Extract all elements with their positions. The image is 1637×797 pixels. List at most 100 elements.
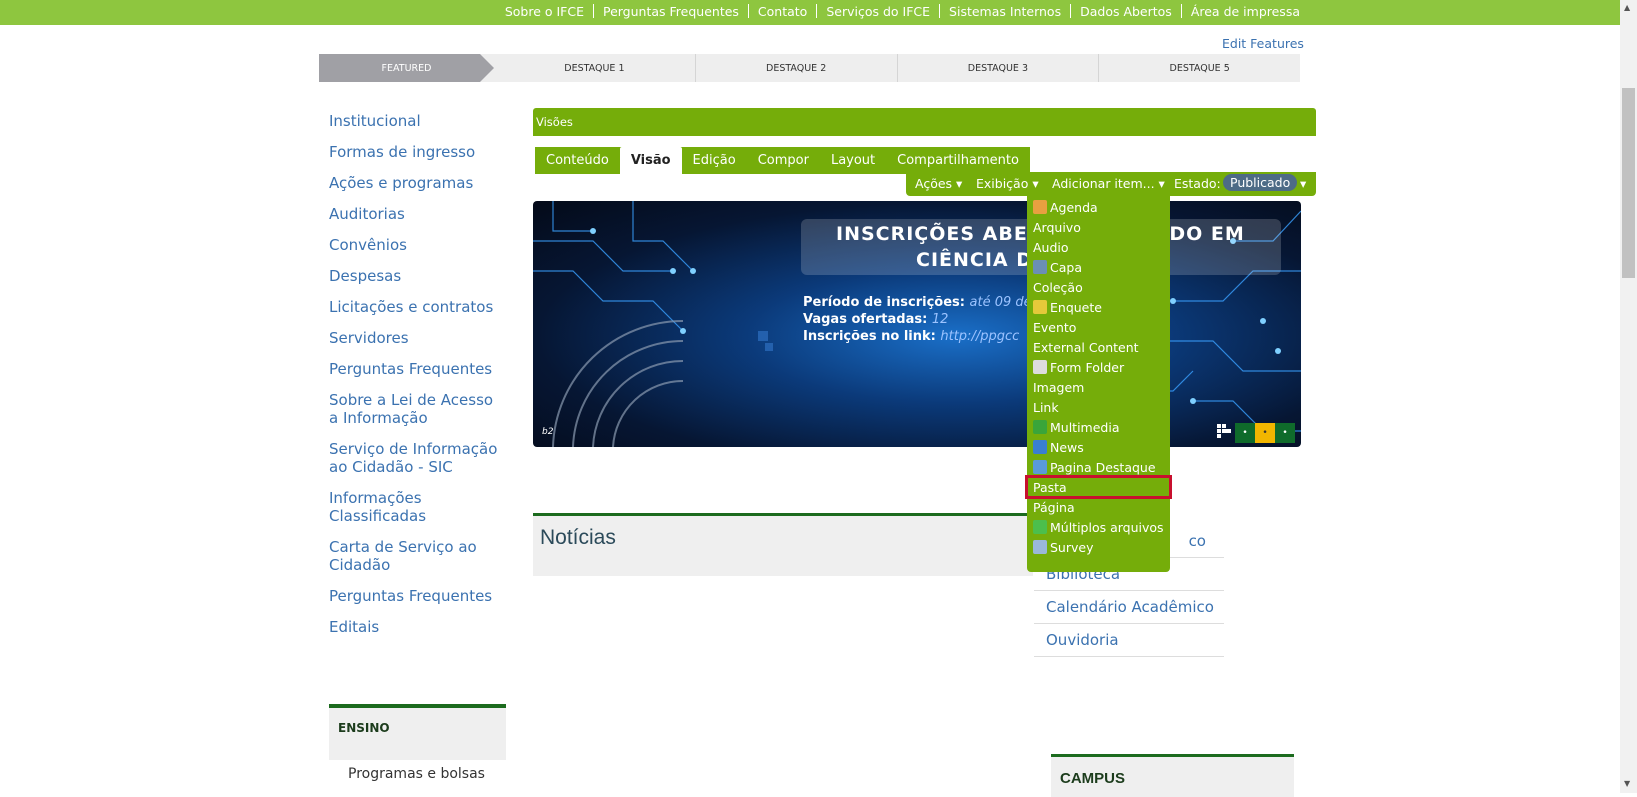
nav-item[interactable]: Convênios	[329, 236, 509, 254]
top-links: Sobre o IFCE Perguntas Frequentes Contato S…	[505, 4, 1300, 19]
vertical-scrollbar[interactable]: ▲ ▼	[1620, 0, 1637, 793]
edit-tabs: Conteúdo Visão Edição Compor Layout Comp…	[535, 147, 1030, 178]
tab-compartilhamento[interactable]: Compartilhamento	[886, 147, 1030, 174]
nav-item[interactable]: Editais	[329, 618, 509, 636]
pager-dot[interactable]: •	[1235, 423, 1255, 443]
top-link-perguntas[interactable]: Perguntas Frequentes	[603, 4, 739, 19]
nav-item[interactable]: Servidores	[329, 329, 509, 347]
estado-arrow-icon[interactable]: ▾	[1300, 176, 1306, 191]
nav-item[interactable]: Auditorias	[329, 205, 509, 223]
estado-label: Estado:	[1174, 176, 1221, 191]
nav-item[interactable]: Formas de ingresso	[329, 143, 509, 161]
tab-compor[interactable]: Compor	[747, 147, 820, 174]
multiple-files-icon	[1033, 520, 1047, 534]
banner-corner-label: b2	[542, 427, 554, 437]
top-link-contato[interactable]: Contato	[758, 4, 807, 19]
top-link-sobre[interactable]: Sobre o IFCE	[505, 4, 584, 19]
menu-item-capa[interactable]: Capa	[1027, 257, 1170, 277]
link-value: http://ppgcc	[940, 329, 1020, 344]
featured-banner[interactable]: INSCRIÇÕES ABERT RADO EM CIÊNCIA DA Perí…	[533, 201, 1301, 447]
periodo-label: Período de inscrições:	[803, 295, 965, 310]
menu-item-arquivo[interactable]: Arquivo	[1027, 217, 1170, 237]
estado-value[interactable]: Publicado	[1223, 174, 1298, 191]
survey-icon	[1033, 540, 1047, 554]
menu-item-audio[interactable]: Audio	[1027, 237, 1170, 257]
menu-item-pasta[interactable]: Pasta	[1025, 475, 1172, 499]
ensino-header: ENSINO	[329, 704, 506, 760]
add-item-dropdown: Agenda Arquivo Audio Capa Coleção Enquet…	[1025, 195, 1172, 572]
nav-item[interactable]: Perguntas Frequentes	[329, 587, 509, 605]
menu-item-multiplos-arquivos[interactable]: Múltiplos arquivos	[1027, 517, 1170, 537]
menu-item-evento[interactable]: Evento	[1027, 317, 1170, 337]
menu-item-link[interactable]: Link	[1027, 397, 1170, 417]
tab-destaque-2[interactable]: DESTAQUE 2	[696, 54, 898, 82]
banner-link: Inscrições no link: http://ppgcc	[803, 329, 1019, 344]
featured-page-icon	[1033, 460, 1047, 474]
tab-destaque-3[interactable]: DESTAQUE 3	[898, 54, 1100, 82]
banner-vagas: Vagas ofertadas: 12	[803, 312, 948, 327]
top-link-sistemas[interactable]: Sistemas Internos	[949, 4, 1061, 19]
menu-item-news[interactable]: News	[1027, 437, 1170, 457]
tab-destaque-5[interactable]: DESTAQUE 5	[1099, 54, 1300, 82]
menu-item-enquete[interactable]: Enquete	[1027, 297, 1170, 317]
tab-conteudo[interactable]: Conteúdo	[535, 147, 620, 174]
top-link-impressa[interactable]: Área de impressa	[1191, 4, 1300, 19]
campus-header: CAMPUS	[1051, 754, 1294, 797]
nav-item[interactable]: Perguntas Frequentes	[329, 360, 509, 378]
ensino-item[interactable]: Programas e bolsas	[348, 766, 485, 782]
scrollbar-thumb[interactable]	[1622, 88, 1635, 278]
nav-item[interactable]: Ações e programas	[329, 174, 509, 192]
noticias-header: Notícias	[533, 513, 1033, 576]
right-link[interactable]: Calendário Acadêmico	[1034, 591, 1224, 624]
menu-item-agenda[interactable]: Agenda	[1027, 197, 1170, 217]
link-label: Inscrições no link:	[803, 329, 936, 344]
poll-icon	[1033, 300, 1047, 314]
menu-item-multimedia[interactable]: Multimedia	[1027, 417, 1170, 437]
menu-item-colecao[interactable]: Coleção	[1027, 277, 1170, 297]
edit-features-link[interactable]: Edit Features	[1222, 36, 1304, 51]
banner-pager: • • •	[1235, 423, 1295, 443]
scroll-down-icon[interactable]: ▼	[1624, 779, 1630, 788]
ensino-title: ENSINO	[338, 721, 390, 735]
menu-item-imagem[interactable]: Imagem	[1027, 377, 1170, 397]
nav-item[interactable]: Despesas	[329, 267, 509, 285]
vagas-value: 12	[931, 312, 949, 327]
calendar-icon	[1033, 200, 1047, 214]
scroll-up-icon[interactable]: ▲	[1624, 3, 1630, 12]
nav-item[interactable]: Licitações e contratos	[329, 298, 509, 316]
pager-dot[interactable]: •	[1275, 423, 1295, 443]
nav-item[interactable]: Informações Classificadas	[329, 489, 449, 525]
cover-icon	[1033, 260, 1047, 274]
menu-item-pagina-destaque[interactable]: Pagina Destaque	[1027, 457, 1170, 477]
tab-destaque-1[interactable]: DESTAQUE 1	[494, 54, 696, 82]
news-icon	[1033, 440, 1047, 454]
multimedia-icon	[1033, 420, 1047, 434]
vagas-label: Vagas ofertadas:	[803, 312, 928, 327]
nav-item[interactable]: Sobre a Lei de Acesso a Informação	[329, 391, 504, 427]
nav-item[interactable]: Carta de Serviço ao Cidadão	[329, 538, 479, 574]
tab-edicao[interactable]: Edição	[682, 147, 747, 174]
top-link-dados[interactable]: Dados Abertos	[1080, 4, 1172, 19]
campus-title: CAMPUS	[1060, 770, 1126, 787]
nav-item[interactable]: Serviço de Informação ao Cidadão - SIC	[329, 440, 504, 476]
noticias-title: Notícias	[540, 526, 616, 549]
adicionar-item-menu[interactable]: Adicionar item... ▾	[1052, 176, 1165, 191]
visoes-bar: Visões	[533, 108, 1316, 136]
menu-item-external-content[interactable]: External Content	[1027, 337, 1170, 357]
acoes-menu[interactable]: Ações ▾	[915, 176, 962, 191]
right-link[interactable]: Ouvidoria	[1034, 624, 1224, 657]
tab-featured[interactable]: FEATURED	[319, 54, 494, 82]
nav-item[interactable]: Institucional	[329, 112, 509, 130]
exibicao-menu[interactable]: Exibição ▾	[976, 176, 1039, 191]
right-link-label: co	[1188, 532, 1206, 550]
periodo-value: até 09 de	[969, 295, 1032, 310]
pager-dot-active[interactable]: •	[1255, 423, 1275, 443]
tab-layout[interactable]: Layout	[820, 147, 886, 174]
menu-item-survey[interactable]: Survey	[1027, 537, 1170, 557]
menu-item-form-folder[interactable]: Form Folder	[1027, 357, 1170, 377]
left-nav: Institucional Formas de ingresso Ações e…	[329, 112, 509, 649]
tab-visao[interactable]: Visão	[619, 147, 682, 178]
top-link-servicos[interactable]: Serviços do IFCE	[826, 4, 930, 19]
pause-icon[interactable]	[1215, 422, 1233, 440]
menu-item-pagina[interactable]: Página	[1027, 497, 1170, 517]
